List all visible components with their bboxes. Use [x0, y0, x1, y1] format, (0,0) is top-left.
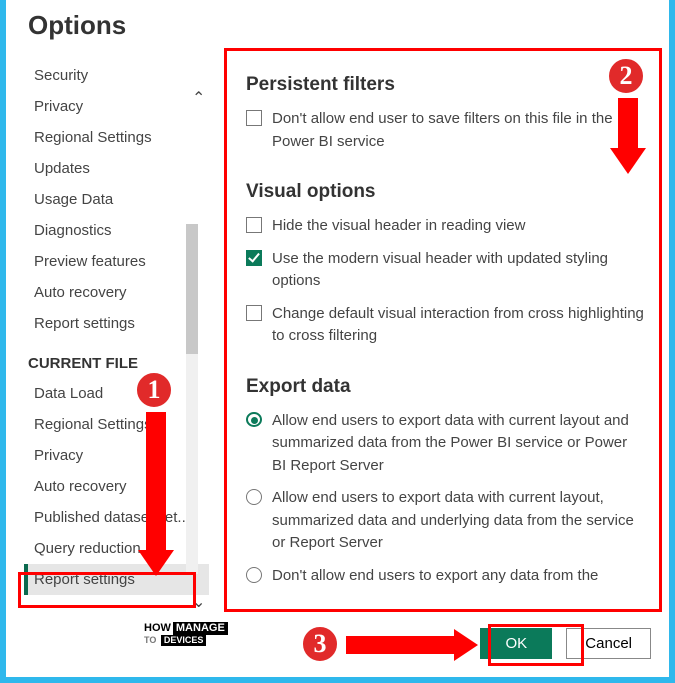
opt-cross-filtering[interactable]: Change default visual interaction from c… — [246, 303, 645, 348]
checkbox-icon[interactable] — [246, 110, 262, 126]
sidebar: Security Privacy Regional Settings Updat… — [24, 60, 209, 595]
checkbox-icon[interactable] — [246, 305, 262, 321]
opt-export-none[interactable]: Don't allow end users to export any data… — [246, 565, 645, 588]
nav-auto-recovery-file[interactable]: Auto recovery — [24, 471, 209, 502]
radio-icon[interactable] — [246, 412, 262, 427]
sidebar-scrollbar[interactable] — [186, 224, 198, 574]
watermark-logo: HOWMANAGE TO DEVICES — [144, 622, 228, 646]
nav-preview-features[interactable]: Preview features — [24, 246, 209, 277]
opt-persistent-filters-disallow[interactable]: Don't allow end user to save filters on … — [246, 108, 645, 153]
ok-button[interactable]: OK — [480, 628, 552, 659]
nav-query-reduction[interactable]: Query reduction — [24, 533, 209, 564]
opt-hide-visual-header[interactable]: Hide the visual header in reading view — [246, 215, 645, 238]
nav-auto-recovery[interactable]: Auto recovery — [24, 277, 209, 308]
group-export-data: Export data — [246, 376, 645, 398]
settings-panel: Persistent filters Don't allow end user … — [236, 60, 657, 587]
checkbox-icon[interactable] — [246, 250, 262, 266]
nav-regional-settings-file[interactable]: Regional Settings — [24, 409, 209, 440]
dialog-buttons: OK Cancel — [480, 628, 651, 659]
nav-security[interactable]: Security — [24, 60, 209, 91]
checkbox-icon[interactable] — [246, 217, 262, 233]
opt-export-summarized[interactable]: Allow end users to export data with curr… — [246, 410, 645, 478]
options-dialog: Options Security Privacy Regional Settin… — [6, 0, 669, 677]
sidebar-section-current-file: CURRENT FILE — [24, 339, 209, 378]
nav-regional-settings[interactable]: Regional Settings — [24, 122, 209, 153]
radio-icon[interactable] — [246, 489, 262, 505]
annotation-step-3: 3 — [300, 624, 340, 664]
nav-diagnostics[interactable]: Diagnostics — [24, 215, 209, 246]
chevron-down-icon[interactable]: ⌄ — [192, 592, 205, 612]
nav-report-settings-global[interactable]: Report settings — [24, 308, 209, 339]
nav-data-load[interactable]: Data Load — [24, 378, 209, 409]
nav-privacy[interactable]: Privacy — [24, 91, 209, 122]
chevron-up-icon[interactable]: ⌃ — [192, 88, 205, 108]
group-persistent-filters: Persistent filters — [246, 74, 645, 96]
opt-modern-visual-header[interactable]: Use the modern visual header with update… — [246, 248, 645, 293]
nav-usage-data[interactable]: Usage Data — [24, 184, 209, 215]
nav-privacy-file[interactable]: Privacy — [24, 440, 209, 471]
sidebar-scrollthumb[interactable] — [186, 224, 198, 354]
annotation-arrow-3 — [346, 636, 456, 654]
dialog-title: Options — [28, 10, 126, 41]
group-visual-options: Visual options — [246, 181, 645, 203]
radio-icon[interactable] — [246, 567, 262, 583]
nav-published-dataset[interactable]: Published dataset set... — [24, 502, 209, 533]
arrow-right-icon — [454, 629, 478, 661]
nav-updates[interactable]: Updates — [24, 153, 209, 184]
cancel-button[interactable]: Cancel — [566, 628, 651, 659]
opt-export-underlying[interactable]: Allow end users to export data with curr… — [246, 487, 645, 555]
nav-report-settings-file[interactable]: Report settings — [24, 564, 209, 595]
